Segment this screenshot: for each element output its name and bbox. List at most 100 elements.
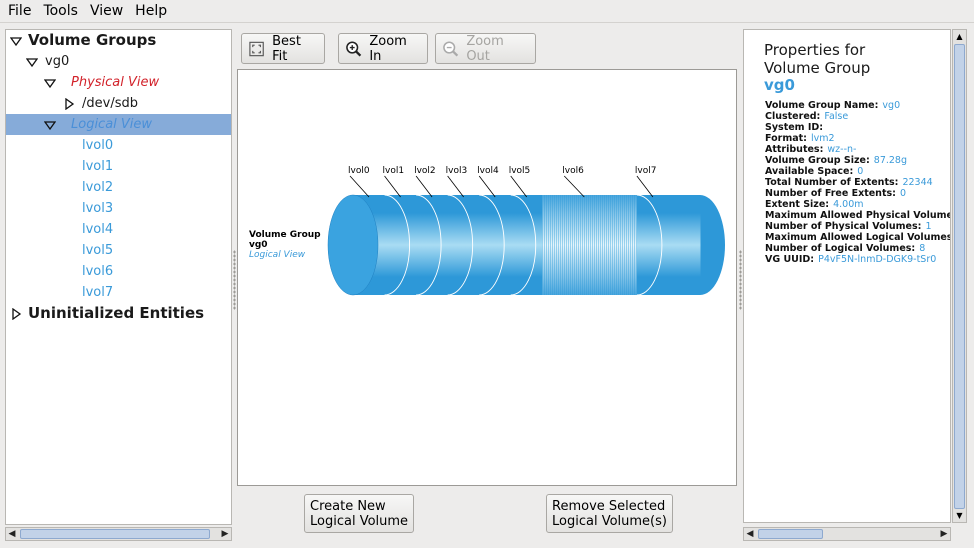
tree-item-physical-view[interactable]: Physical View bbox=[6, 72, 231, 93]
tree-item-lvol[interactable]: lvol5 bbox=[6, 240, 231, 261]
zoom-in-icon bbox=[346, 40, 362, 57]
scroll-down-icon[interactable]: ▼ bbox=[953, 509, 966, 522]
zoom-out-button[interactable]: Zoom Out bbox=[435, 33, 536, 64]
menu-bar: File Tools View Help bbox=[0, 0, 974, 23]
tree-item-lvol[interactable]: lvol6 bbox=[6, 261, 231, 282]
volume-tree[interactable]: Volume Groups vg0 Physical View /dev/sdb… bbox=[5, 29, 232, 525]
expander-closed-icon[interactable] bbox=[10, 308, 22, 320]
property-key: Maximum Allowed Logical Volumes: bbox=[765, 232, 951, 243]
property-row: Number of Logical Volumes: 8 bbox=[765, 243, 950, 254]
segment-leader-line bbox=[478, 175, 496, 198]
property-row: Available Space: 0 bbox=[765, 166, 950, 177]
property-row: Maximum Allowed Physical Volumes: bbox=[765, 210, 951, 221]
logical-volume-segment[interactable] bbox=[636, 195, 701, 295]
property-row: Maximum Allowed Logical Volumes: bbox=[765, 232, 951, 243]
tree-label: lvol2 bbox=[82, 180, 114, 195]
pane-resize-grip[interactable] bbox=[233, 250, 236, 310]
property-key: Number of Physical Volumes: bbox=[765, 221, 922, 232]
expander-open-icon[interactable] bbox=[44, 77, 56, 89]
properties-panel: Properties for Volume Group vg0 Volume G… bbox=[743, 29, 951, 523]
tree-item-volume-groups[interactable]: Volume Groups bbox=[6, 30, 231, 51]
properties-vertical-scrollbar[interactable]: ▲ ▼ bbox=[952, 29, 967, 523]
property-key: Attributes: bbox=[765, 144, 824, 155]
menu-file[interactable]: File bbox=[2, 0, 37, 22]
expander-closed-icon[interactable] bbox=[63, 98, 75, 110]
tree-label: Logical View bbox=[71, 117, 153, 132]
tree-item-uninitialized[interactable]: Uninitialized Entities bbox=[6, 303, 231, 324]
property-key: Format: bbox=[765, 133, 807, 144]
properties-list: Volume Group Name: vg0 Clustered: False Syst… bbox=[765, 100, 951, 265]
button-label-line: Logical Volume(s) bbox=[552, 514, 667, 529]
segment-label: lvol0 bbox=[348, 166, 370, 176]
logical-volume-segment[interactable] bbox=[416, 195, 449, 295]
tree-item-lvol[interactable]: lvol3 bbox=[6, 198, 231, 219]
scrollbar-thumb[interactable] bbox=[954, 44, 965, 509]
expander-open-icon[interactable] bbox=[44, 119, 56, 131]
segment-label: lvol5 bbox=[509, 166, 531, 176]
property-key: Number of Logical Volumes: bbox=[765, 243, 916, 254]
expander-open-icon[interactable] bbox=[10, 35, 22, 47]
property-key: Extent Size: bbox=[765, 199, 830, 210]
scrollbar-thumb[interactable] bbox=[758, 529, 823, 539]
tree-item-logical-view[interactable]: Logical View bbox=[6, 114, 231, 135]
remove-logical-volume-button[interactable]: Remove Selected Logical Volume(s) bbox=[546, 494, 673, 533]
property-value: False bbox=[824, 111, 849, 122]
property-row: Attributes: wz--n- bbox=[765, 144, 950, 155]
property-row: VG UUID: P4vF5N-lnmD-DGK9-tSr0 bbox=[765, 254, 950, 265]
tree-label: Volume Groups bbox=[28, 31, 157, 49]
tree-item-lvol[interactable]: lvol4 bbox=[6, 219, 231, 240]
property-value: P4vF5N-lnmD-DGK9-tSr0 bbox=[818, 254, 937, 265]
expander-open-icon[interactable] bbox=[26, 56, 38, 68]
segment-leader-line bbox=[384, 175, 401, 198]
segment-leader-line bbox=[636, 175, 654, 198]
property-row: Format: lvm2 bbox=[765, 133, 950, 144]
tree-label: lvol0 bbox=[82, 138, 114, 153]
tree-horizontal-scrollbar[interactable]: ◀ ▶ bbox=[5, 527, 232, 541]
tree-item-lvol[interactable]: lvol7 bbox=[6, 282, 231, 303]
property-row: Volume Group Name: vg0 bbox=[765, 100, 950, 111]
segment-leader-line bbox=[349, 175, 370, 198]
tree-label: lvol3 bbox=[82, 201, 114, 216]
button-label-line: Logical Volume bbox=[310, 514, 409, 529]
menu-tools[interactable]: Tools bbox=[37, 0, 84, 22]
scroll-left-icon[interactable]: ◀ bbox=[6, 528, 18, 540]
property-key: Maximum Allowed Physical Volumes: bbox=[765, 210, 951, 221]
property-key: Total Number of Extents: bbox=[765, 177, 899, 188]
menu-view[interactable]: View bbox=[84, 0, 129, 22]
create-logical-volume-button[interactable]: Create New Logical Volume bbox=[304, 494, 415, 533]
properties-horizontal-scrollbar[interactable]: ◀ ▶ bbox=[743, 527, 951, 541]
tree-item-vg0[interactable]: vg0 bbox=[6, 51, 231, 72]
property-value: wz--n- bbox=[827, 144, 857, 155]
segment-label: lvol7 bbox=[635, 166, 657, 176]
properties-title-line: Properties for bbox=[764, 41, 866, 59]
scroll-right-icon[interactable]: ▶ bbox=[219, 528, 231, 540]
tree-label: Physical View bbox=[71, 75, 160, 90]
zoom-in-button[interactable]: Zoom In bbox=[338, 33, 428, 64]
zoom-in-label: Zoom In bbox=[369, 33, 407, 64]
property-key: Number of Free Extents: bbox=[765, 188, 896, 199]
tree-item-lvol[interactable]: lvol1 bbox=[6, 156, 231, 177]
scrollbar-thumb[interactable] bbox=[20, 529, 210, 539]
property-row: Extent Size: 4.00m bbox=[765, 199, 950, 210]
property-value: 22344 bbox=[902, 177, 933, 188]
tree-item-lvol[interactable]: lvol2 bbox=[6, 177, 231, 198]
volume-group-cylinder[interactable]: lvol0 lvol1 lvol2 lvol3 lvol4 lvol5 lvol7 lvol6 bbox=[238, 70, 736, 485]
volume-graph-canvas[interactable]: Volume Group vg0 Logical View lvol0 lvol1 bbox=[237, 69, 737, 486]
pane-resize-grip[interactable] bbox=[739, 250, 742, 310]
scroll-up-icon[interactable]: ▲ bbox=[953, 30, 966, 43]
tree-label: lvol6 bbox=[82, 264, 114, 279]
tree-item-dev-sdb[interactable]: /dev/sdb bbox=[6, 93, 231, 114]
menu-help[interactable]: Help bbox=[129, 0, 173, 22]
property-key: Clustered: bbox=[765, 111, 821, 122]
scroll-left-icon[interactable]: ◀ bbox=[744, 528, 756, 540]
property-row: Total Number of Extents: 22344 bbox=[765, 177, 950, 188]
segment-label: lvol1 bbox=[383, 166, 405, 176]
best-fit-button[interactable]: Best Fit bbox=[241, 33, 325, 64]
scroll-right-icon[interactable]: ▶ bbox=[938, 528, 950, 540]
logical-volume-segment[interactable] bbox=[510, 195, 543, 295]
logical-volume-segment[interactable] bbox=[479, 195, 512, 295]
button-label-line: Remove Selected bbox=[552, 499, 666, 514]
logical-volume-segment[interactable] bbox=[447, 195, 480, 295]
tree-item-lvol[interactable]: lvol0 bbox=[6, 135, 231, 156]
logical-volume-segment[interactable] bbox=[384, 195, 417, 295]
